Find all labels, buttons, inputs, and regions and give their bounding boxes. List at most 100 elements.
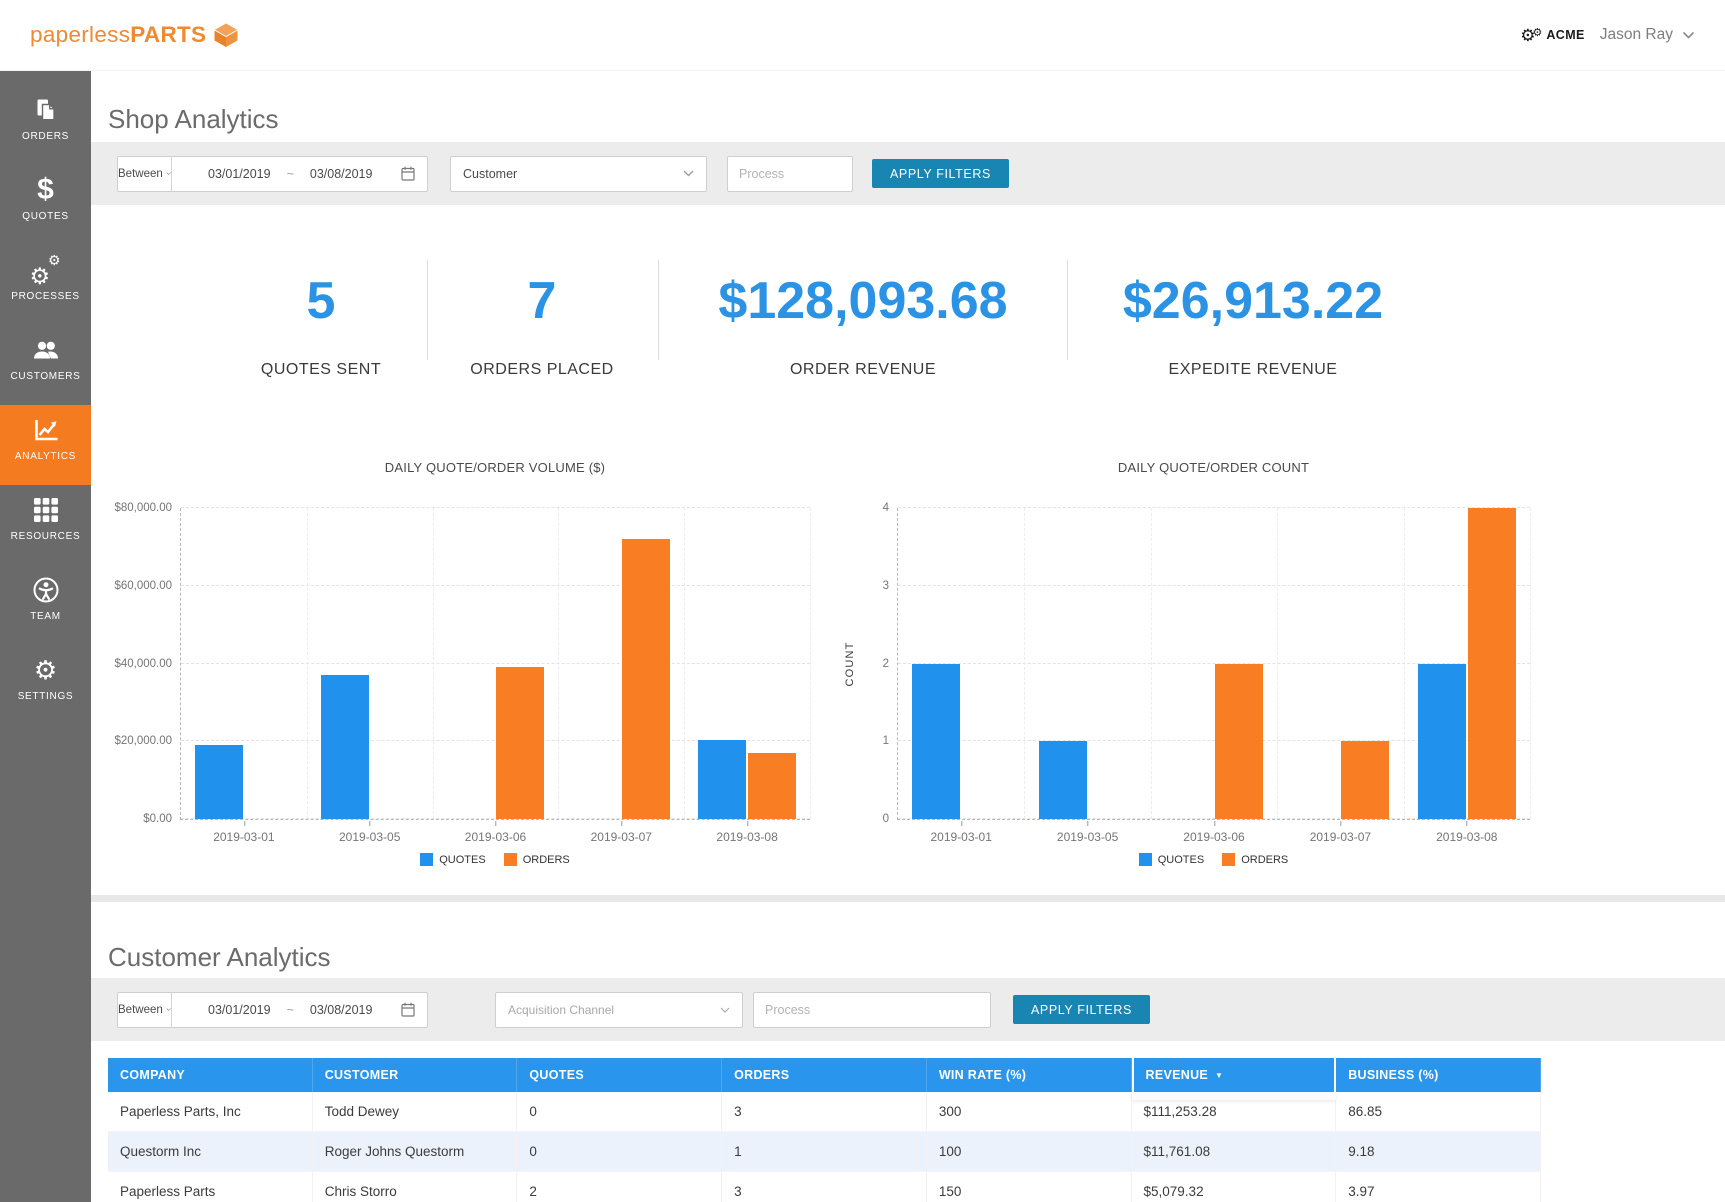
chevron-down-icon — [166, 171, 171, 176]
gridline — [1530, 508, 1531, 819]
legend-label: ORDERS — [1241, 854, 1288, 866]
column-header-business[interactable]: BUSINESS (%) — [1336, 1058, 1541, 1092]
column-header-customer[interactable]: CUSTOMER — [313, 1058, 518, 1092]
bar-group-2019-03-08 — [1404, 508, 1530, 819]
table-row[interactable]: Questorm IncRoger Johns Questorm01100$11… — [108, 1132, 1541, 1172]
bar-group-2019-03-07 — [1277, 508, 1403, 819]
charts-section: DAILY QUOTE/ORDER VOLUME ($) $0.00$20,00… — [91, 410, 1725, 870]
x-tick-label: 2019-03-07 — [591, 830, 652, 844]
box-icon — [213, 22, 239, 48]
x-tick-label: 2019-03-01 — [213, 830, 274, 844]
date-range-control: Between 03/01/2019 ~ 03/08/2019 — [117, 992, 428, 1028]
calendar-icon[interactable] — [401, 1002, 415, 1017]
legend-swatch — [1139, 853, 1152, 866]
table-cell: 150 — [927, 1172, 1132, 1202]
quotes-bar-2019-03-01[interactable] — [912, 664, 960, 820]
date-from[interactable]: 03/01/2019 — [208, 167, 271, 181]
column-header-revenue[interactable]: REVENUE▼ — [1132, 1058, 1337, 1092]
date-range-input[interactable]: 03/01/2019 ~ 03/08/2019 — [172, 993, 427, 1027]
user-name: Jason Ray — [1600, 26, 1673, 44]
y-tick-label: 0 — [883, 813, 889, 825]
sidebar-item-processes[interactable]: ⚙⚙PROCESSES — [0, 245, 91, 325]
table-row[interactable]: Paperless PartsChris Storro23150$5,079.3… — [108, 1172, 1541, 1202]
customer-select[interactable]: Customer — [450, 156, 707, 192]
column-header-label: WIN RATE (%) — [939, 1068, 1026, 1082]
user-menu[interactable]: Jason Ray — [1600, 26, 1695, 44]
orders-bar-2019-03-07[interactable] — [1341, 741, 1389, 819]
chevron-down-icon — [683, 170, 694, 177]
orders-bar-2019-03-06[interactable] — [1215, 664, 1263, 820]
legend-orders: ORDERS — [1222, 853, 1288, 866]
sidebar-item-resources[interactable]: RESOURCES — [0, 485, 91, 565]
sidebar-item-label: QUOTES — [22, 211, 68, 222]
sort-desc-icon: ▼ — [1215, 1071, 1223, 1080]
column-header-quotes[interactable]: QUOTES — [517, 1058, 722, 1092]
y-tick-label: $20,000.00 — [114, 735, 172, 747]
date-to[interactable]: 03/08/2019 — [310, 167, 373, 181]
between-select[interactable]: Between — [118, 993, 172, 1027]
quotes-bar-2019-03-01[interactable] — [195, 745, 243, 819]
bar-group-2019-03-01 — [898, 508, 1024, 819]
orders-bar-2019-03-07[interactable] — [622, 539, 670, 819]
logo-text-light: paperless — [30, 22, 130, 48]
y-tick-label: $0.00 — [143, 813, 172, 825]
customer-filter-bar: Between 03/01/2019 ~ 03/08/2019 Acquisit… — [91, 978, 1725, 1041]
table-cell: Todd Dewey — [313, 1092, 518, 1132]
paperless-parts-logo[interactable]: paperlessPARTS — [30, 22, 239, 48]
date-range-control: Between 03/01/2019 ~ 03/08/2019 — [117, 156, 428, 192]
date-from[interactable]: 03/01/2019 — [208, 1003, 271, 1017]
date-to[interactable]: 03/08/2019 — [310, 1003, 373, 1017]
sidebar-item-label: CUSTOMERS — [10, 371, 80, 382]
sidebar-item-analytics[interactable]: ANALYTICS — [0, 405, 91, 485]
top-header: paperlessPARTS ⚙⚙ ACME Jason Ray — [0, 0, 1725, 71]
orders-icon — [33, 92, 59, 128]
bar-group-2019-03-05 — [307, 508, 433, 819]
sidebar-item-customers[interactable]: CUSTOMERS — [0, 325, 91, 405]
acquisition-channel-select[interactable]: Acquisition Channel — [495, 992, 743, 1028]
orders-bar-2019-03-08[interactable] — [748, 753, 796, 819]
legend-orders: ORDERS — [504, 853, 570, 866]
column-header-company[interactable]: COMPANY — [108, 1058, 313, 1092]
quotes-bar-2019-03-08[interactable] — [1418, 664, 1466, 820]
quotes-bar-2019-03-05[interactable] — [321, 675, 369, 819]
x-tick-label: 2019-03-06 — [465, 830, 526, 844]
process-input[interactable] — [753, 992, 991, 1028]
sidebar-item-quotes[interactable]: $ QUOTES — [0, 165, 91, 245]
y-tick-label: $60,000.00 — [114, 580, 172, 592]
process-input[interactable] — [727, 156, 853, 192]
bar-group-2019-03-05 — [1024, 508, 1150, 819]
date-range-input[interactable]: 03/01/2019 ~ 03/08/2019 — [172, 157, 427, 191]
column-header-orders[interactable]: ORDERS — [722, 1058, 927, 1092]
bar-group-2019-03-08 — [684, 508, 810, 819]
sidebar-item-label: ANALYTICS — [15, 451, 76, 462]
quotes-bar-2019-03-05[interactable] — [1039, 741, 1087, 819]
quotes-bar-2019-03-08[interactable] — [698, 740, 746, 819]
table-cell: 3.97 — [1336, 1172, 1541, 1202]
chevron-down-icon — [1682, 31, 1695, 39]
between-select[interactable]: Between — [118, 157, 172, 191]
legend-label: QUOTES — [439, 854, 485, 866]
customer-analytics-title: Customer Analytics — [108, 942, 331, 973]
legend-quotes: QUOTES — [420, 853, 485, 866]
x-tick-label: 2019-03-08 — [716, 830, 777, 844]
calendar-icon[interactable] — [401, 166, 415, 181]
orders-bar-2019-03-06[interactable] — [496, 667, 544, 819]
sidebar-item-settings[interactable]: ⚙SETTINGS — [0, 645, 91, 725]
sidebar-item-team[interactable]: TEAM — [0, 565, 91, 645]
column-header-win-rate[interactable]: WIN RATE (%) — [927, 1058, 1132, 1092]
kpi-order-revenue: $128,093.68 ORDER REVENUE — [718, 275, 1007, 379]
customer-select-value: Customer — [463, 167, 517, 181]
apply-filters-button[interactable]: APPLY FILTERS — [872, 159, 1009, 188]
table-cell: 3 — [722, 1172, 927, 1202]
quotes-icon: $ — [37, 172, 54, 208]
kpi-divider — [427, 260, 428, 360]
table-cell: 86.85 — [1336, 1092, 1541, 1132]
x-tick-label: 2019-03-07 — [1310, 830, 1371, 844]
table-cell: 9.18 — [1336, 1132, 1541, 1172]
analytics-icon — [33, 412, 59, 448]
orders-bar-2019-03-08[interactable] — [1468, 508, 1516, 819]
sidebar-item-orders[interactable]: ORDERS — [0, 85, 91, 165]
legend-label: ORDERS — [523, 854, 570, 866]
apply-filters-button[interactable]: APPLY FILTERS — [1013, 995, 1150, 1024]
daily-volume-plot: $0.00$20,000.00$40,000.00$60,000.00$80,0… — [180, 508, 810, 820]
